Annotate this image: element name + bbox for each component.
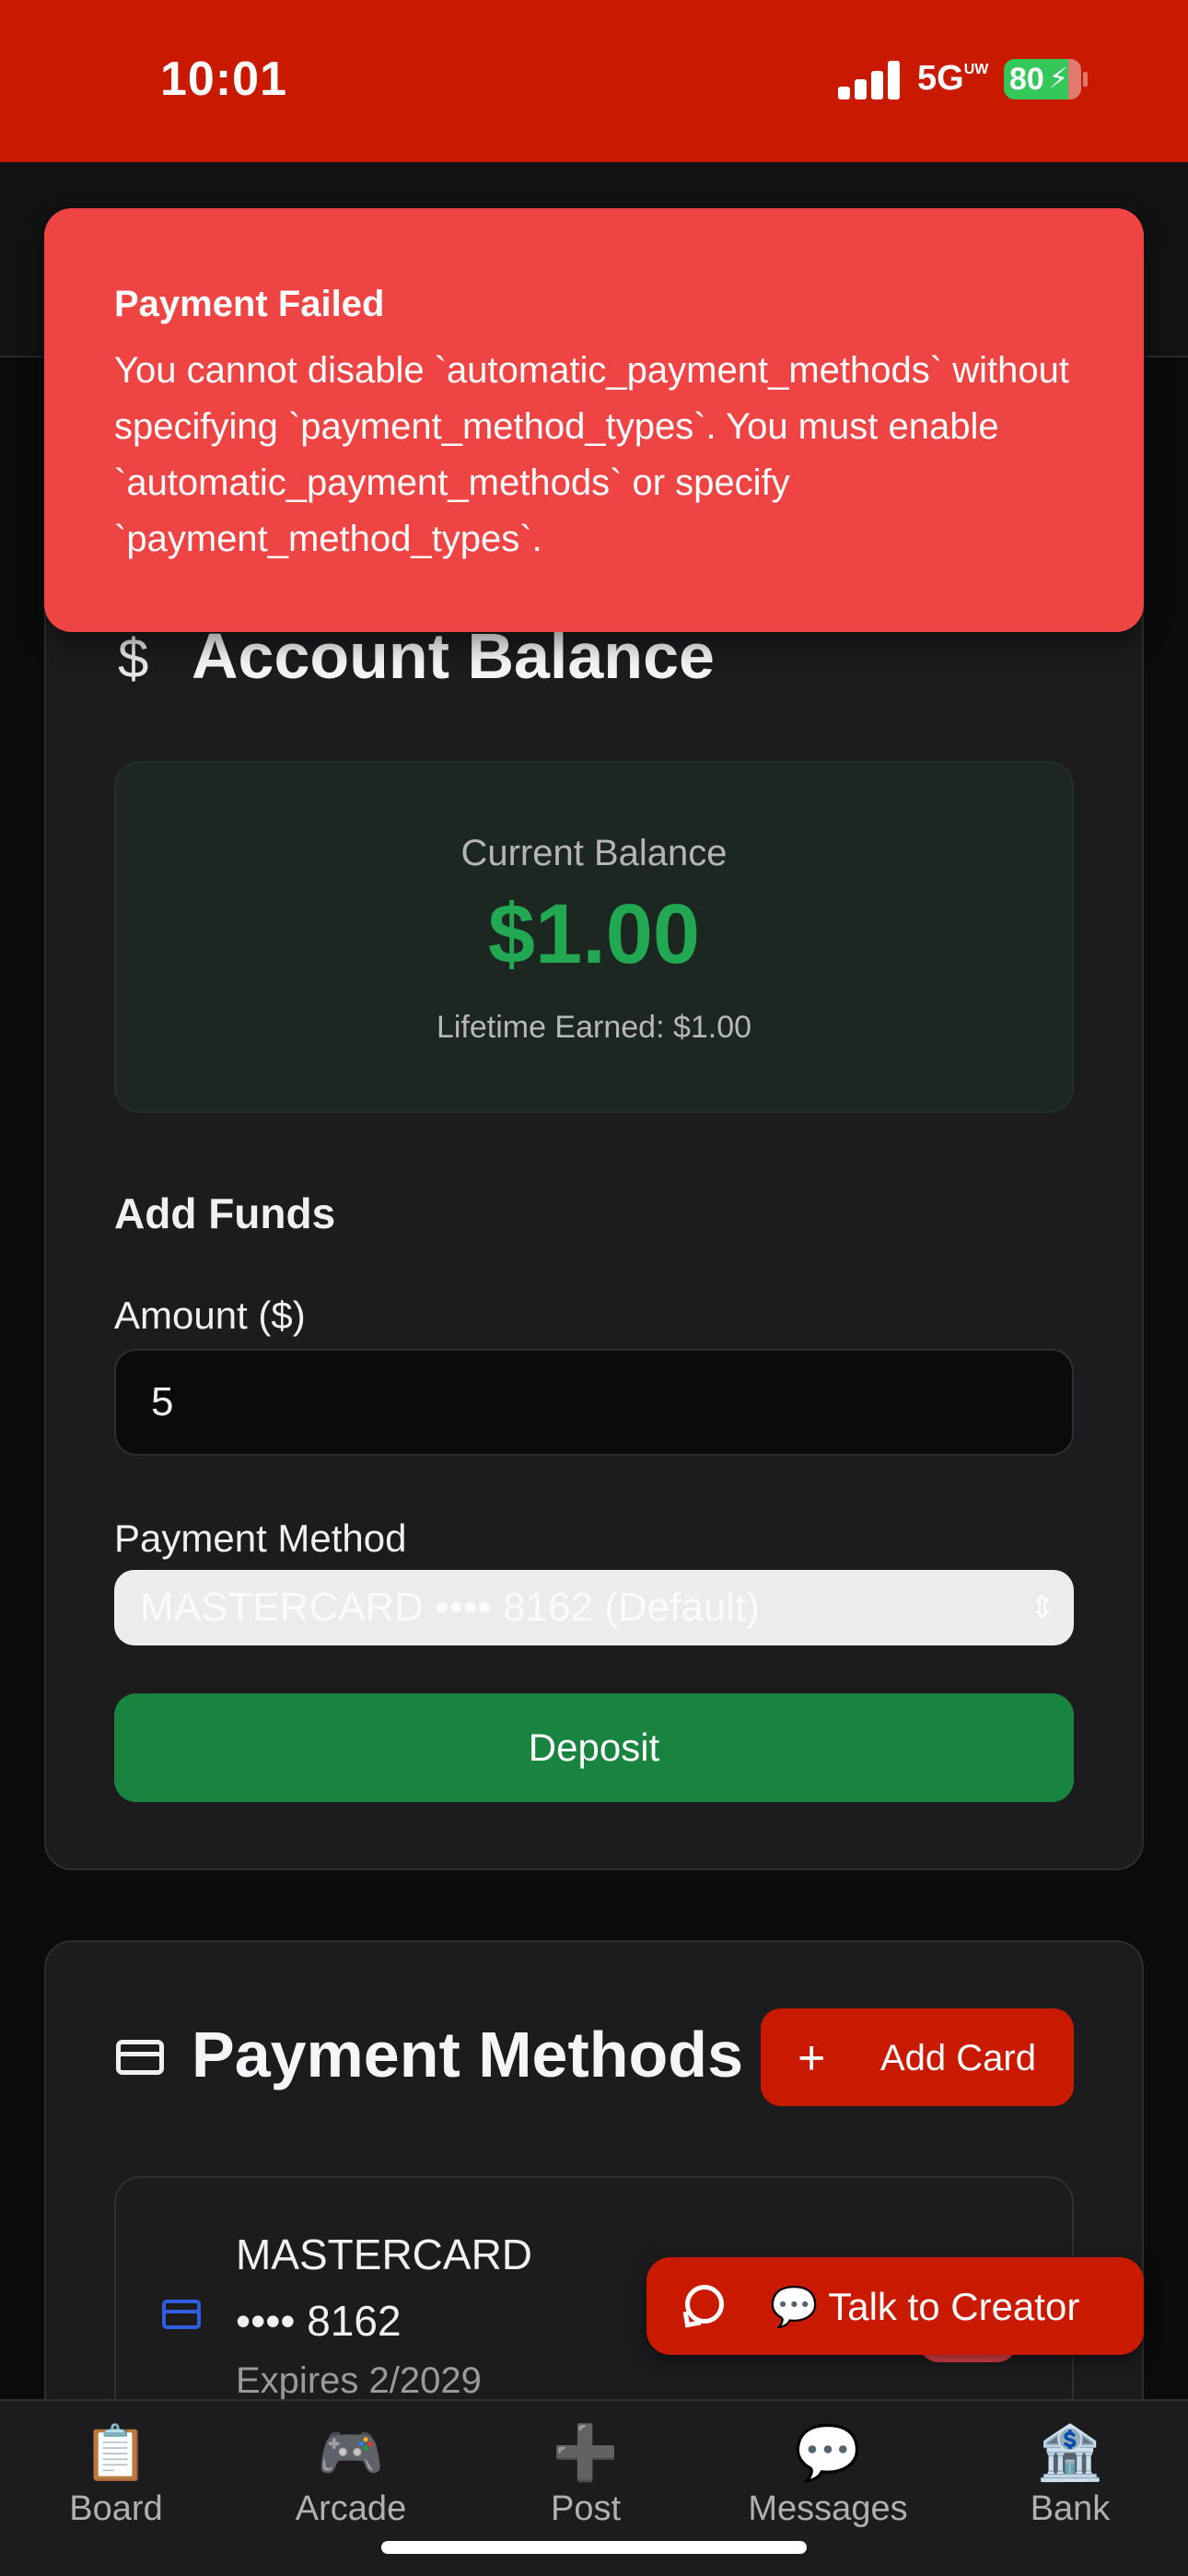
deposit-button[interactable]: Deposit — [114, 1693, 1074, 1802]
current-balance-label: Current Balance — [460, 833, 728, 873]
card-digits: •••• 8162 — [236, 2297, 402, 2345]
nav-board[interactable]: 📋 Board — [15, 2419, 217, 2529]
lifetime-earned: Lifetime Earned: $1.00 — [436, 1010, 752, 1045]
balance-summary: Current Balance $1.00 Lifetime Earned: $… — [114, 761, 1074, 1113]
nav-bank[interactable]: 🏦 Bank — [969, 2419, 1171, 2529]
nav-bank-label: Bank — [1030, 2489, 1111, 2528]
chat-bubble-icon — [685, 2285, 724, 2324]
dollar-icon: $ — [118, 627, 149, 689]
talk-to-creator-button[interactable]: 💬 Talk to Creator — [646, 2257, 1144, 2355]
nav-messages[interactable]: 💬 Messages — [727, 2419, 929, 2529]
nav-post-label: Post — [550, 2489, 622, 2528]
nav-arcade[interactable]: 🎮 Arcade — [250, 2419, 452, 2529]
card-brand: MASTERCARD — [236, 2231, 533, 2278]
toast-title: Payment Failed — [114, 284, 385, 324]
plus-icon: + — [798, 2032, 826, 2085]
clipboard-icon: 📋 — [82, 2423, 150, 2483]
credit-card-icon — [116, 2040, 164, 2075]
speech-bubble-icon: 💬 — [794, 2423, 862, 2483]
network-indicator: 5GUW — [917, 59, 989, 98]
chevron-up-down-icon: ⇕ — [1029, 1590, 1056, 1625]
battery-icon: 80 ⚡ — [1004, 59, 1081, 100]
add-funds-heading: Add Funds — [114, 1189, 336, 1237]
plus-icon: ➕ — [552, 2423, 620, 2483]
nav-messages-label: Messages — [748, 2489, 908, 2528]
bank-icon: 🏦 — [1036, 2423, 1104, 2483]
add-card-button[interactable]: + Add Card — [761, 2008, 1074, 2106]
battery-tip — [1083, 72, 1088, 87]
card-expiry: Expires 2/2029 — [236, 2360, 482, 2401]
current-balance-amount: $1.00 — [487, 887, 701, 981]
nav-arcade-label: Arcade — [295, 2489, 407, 2528]
toast-message: You cannot disable `automatic_payment_me… — [114, 350, 1069, 559]
nav-board-label: Board — [69, 2489, 163, 2528]
payment-methods-title: Payment Methods — [192, 2019, 743, 2090]
nav-post[interactable]: ➕ Post — [484, 2419, 687, 2529]
card-icon — [162, 2300, 201, 2329]
add-card-label: Add Card — [880, 2038, 1036, 2078]
amount-input[interactable] — [114, 1349, 1074, 1456]
payment-method-label: Payment Method — [114, 1516, 407, 1560]
payment-failed-toast[interactable]: Payment Failed You cannot disable `autom… — [44, 208, 1144, 632]
status-time: 10:01 — [160, 53, 287, 106]
payment-method-select[interactable]: MASTERCARD •••• 8162 (Default) ⇕ — [114, 1570, 1074, 1645]
home-indicator — [381, 2541, 807, 2554]
payment-method-selected: MASTERCARD •••• 8162 (Default) — [140, 1585, 760, 1630]
amount-label: Amount ($) — [114, 1294, 306, 1337]
talk-to-creator-label: 💬 Talk to Creator — [770, 2285, 1080, 2328]
game-controller-icon: 🎮 — [317, 2423, 385, 2483]
status-bar: 10:01 5GUW 80 ⚡ — [0, 0, 1188, 162]
signal-icon — [838, 61, 901, 100]
